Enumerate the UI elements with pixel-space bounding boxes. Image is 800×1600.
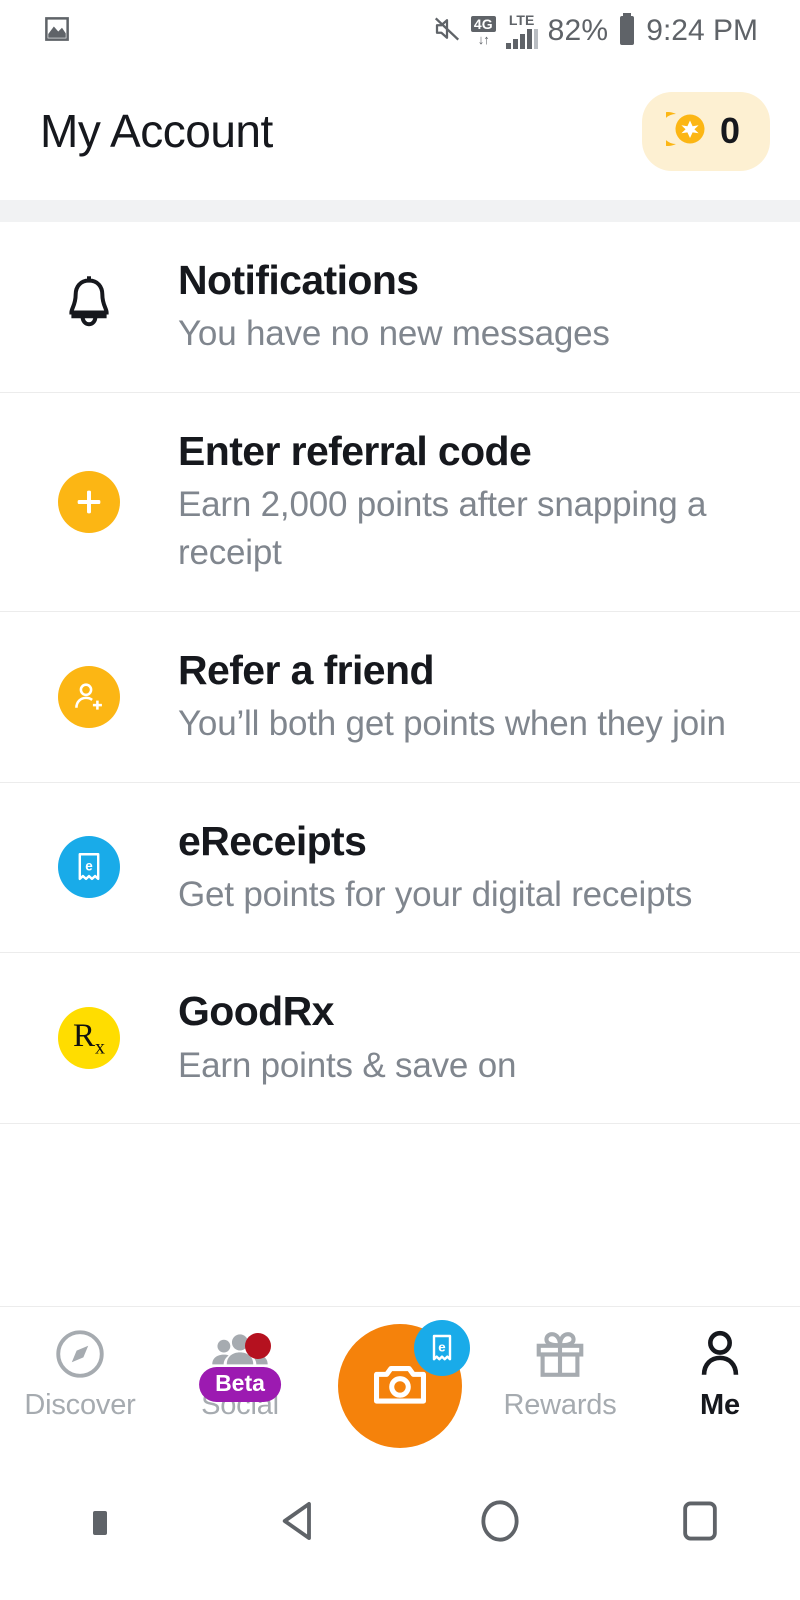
home-circle-icon <box>473 1494 527 1553</box>
tab-social[interactable]: Beta Social <box>160 1307 320 1447</box>
compass-icon <box>51 1323 109 1385</box>
ereceipt-icon: e <box>414 1320 470 1376</box>
volume-mute-icon <box>432 14 462 49</box>
list-item-goodrx[interactable]: Rx GoodRx Earn points & save on <box>0 953 800 1125</box>
dot-icon <box>93 1511 107 1535</box>
account-menu-list: Notifications You have no new messages E… <box>0 222 800 1306</box>
list-item-subtitle: You’ll both get points when they join <box>178 703 726 743</box>
nav-recents-button[interactable] <box>600 1494 800 1553</box>
status-bar: 4G ↓↑ LTE 82% 9:24 PM <box>0 0 800 62</box>
svg-text:e: e <box>85 859 93 874</box>
status-bar-right: 4G ↓↑ LTE 82% 9:24 PM <box>432 12 758 51</box>
list-item-subtitle: Get points for your digital receipts <box>178 874 693 914</box>
list-item-notifications[interactable]: Notifications You have no new messages <box>0 222 800 393</box>
clock-label: 9:24 PM <box>646 14 758 47</box>
page-title: My Account <box>40 105 273 157</box>
section-divider <box>0 200 800 222</box>
list-item-text: Enter referral code Earn 2,000 points af… <box>178 393 774 611</box>
list-item-title: Notifications <box>178 257 419 303</box>
list-item-subtitle: Earn 2,000 points after snapping a recei… <box>178 485 707 572</box>
coin-icon <box>650 108 708 155</box>
list-item-title: GoodRx <box>178 988 334 1035</box>
list-item-icon <box>0 272 178 341</box>
list-item-text: Notifications You have no new messages <box>178 222 774 392</box>
signal-bars-icon: LTE <box>505 13 539 49</box>
nav-dot-button[interactable] <box>0 1511 200 1535</box>
list-item-text: eReceipts Get points for your digital re… <box>178 783 774 953</box>
list-item-ereceipts[interactable]: e eReceipts Get points for your digital … <box>0 782 800 954</box>
list-item-icon <box>0 665 178 728</box>
list-item-subtitle: You have no new messages <box>178 314 610 354</box>
app-header: My Account 0 <box>0 62 800 200</box>
beta-badge: Beta <box>199 1367 281 1402</box>
list-item-text: Refer a friend You’ll both get points wh… <box>178 612 774 782</box>
recents-square-icon <box>673 1494 727 1553</box>
tab-label: Rewards <box>503 1389 617 1421</box>
network-4g-icon: 4G ↓↑ <box>470 16 496 47</box>
list-item-icon: e <box>0 836 178 899</box>
nav-home-button[interactable] <box>400 1494 600 1553</box>
notification-dot <box>244 1333 271 1359</box>
list-item-subtitle: Earn points & save on <box>178 1045 517 1085</box>
person-icon <box>691 1323 749 1385</box>
camera-fab-wrapper: e <box>338 1320 470 1448</box>
tab-discover[interactable]: Discover <box>0 1307 160 1447</box>
person-add-icon <box>58 665 120 728</box>
back-triangle-icon <box>273 1494 327 1553</box>
network-arrows: ↓↑ <box>477 32 490 47</box>
rx-label: Rx <box>72 1017 105 1059</box>
network-label: 4G <box>470 16 496 32</box>
battery-icon <box>617 12 637 51</box>
list-item-title: Refer a friend <box>178 646 435 693</box>
rx-icon: Rx <box>58 1007 120 1070</box>
list-item-title: Enter referral code <box>178 427 532 474</box>
list-item-text: GoodRx Earn points & save on <box>178 953 774 1123</box>
tab-label: Me <box>700 1389 740 1421</box>
list-item-refer-a-friend[interactable]: Refer a friend You’ll both get points wh… <box>0 611 800 783</box>
list-item-icon: Rx <box>0 1007 178 1070</box>
people-group-icon: Beta <box>199 1323 281 1402</box>
list-item-title: eReceipts <box>178 817 367 864</box>
nav-back-button[interactable] <box>200 1494 400 1553</box>
svg-text:e: e <box>438 1339 445 1354</box>
camera-fab-button[interactable]: e <box>338 1320 470 1448</box>
status-bar-left <box>42 14 72 49</box>
points-badge[interactable]: 0 <box>641 91 770 171</box>
image-icon <box>42 14 72 49</box>
tab-me[interactable]: Me <box>640 1307 800 1447</box>
bell-icon <box>57 272 121 341</box>
tab-rewards[interactable]: Rewards <box>480 1307 640 1447</box>
plus-circle-icon <box>58 470 120 533</box>
tab-label: Discover <box>24 1389 136 1421</box>
android-nav-bar <box>0 1446 800 1600</box>
points-value: 0 <box>719 110 740 151</box>
list-item-enter-referral-code[interactable]: Enter referral code Earn 2,000 points af… <box>0 392 800 612</box>
lte-label: LTE <box>508 12 535 28</box>
list-item-icon <box>0 470 178 533</box>
ereceipt-icon: e <box>58 836 120 899</box>
gift-icon <box>531 1323 589 1385</box>
battery-percent-label: 82% <box>547 14 609 47</box>
phone-screen: 4G ↓↑ LTE 82% 9:24 PM My Account 0 Notif… <box>0 0 800 1600</box>
